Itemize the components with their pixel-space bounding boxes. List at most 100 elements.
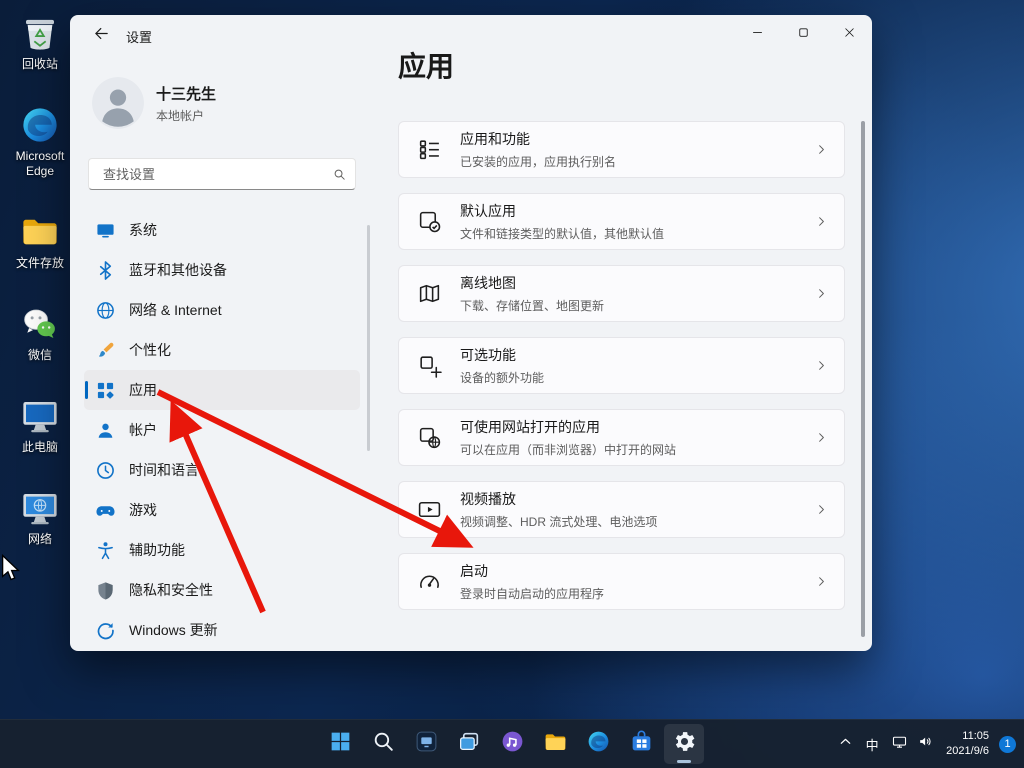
settings-card-video-playback[interactable]: 视频播放 视频调整、HDR 流式处理、电池选项	[398, 481, 845, 538]
desktop-icon-list: 回收站 Microsoft Edge 文件存放微信此电脑网络	[6, 12, 74, 547]
desktop-icon-folder[interactable]: 文件存放	[6, 211, 74, 271]
sidebar-item-time[interactable]: 时间和语言	[84, 450, 360, 490]
video-playback-icon	[417, 497, 442, 522]
desktop: 回收站 Microsoft Edge 文件存放微信此电脑网络 设置 十三先生 本地帐…	[0, 0, 1024, 768]
desktop-icon-label: 此电脑	[21, 440, 58, 454]
sidebar-item-label: 系统	[129, 222, 157, 238]
tray-chevron-up[interactable]	[832, 726, 858, 762]
back-button[interactable]	[84, 21, 118, 49]
tray-clock[interactable]: 11:05 2021/9/6	[938, 729, 997, 759]
search-box	[88, 158, 356, 190]
card-title: 默认应用	[460, 203, 516, 219]
task-view-icon	[457, 729, 482, 759]
sidebar-item-gaming[interactable]: 游戏	[84, 490, 360, 530]
settings-card-list: 应用和功能 已安装的应用，应用执行别名 默认应用 文件和链接类型的默认值，其他默认值离…	[398, 121, 845, 625]
desktop-icon-recycle-bin[interactable]: 回收站	[6, 12, 74, 72]
minimize-icon	[750, 25, 765, 43]
card-title: 视频播放	[460, 491, 516, 507]
settings-card-apps-features[interactable]: 应用和功能 已安装的应用，应用执行别名	[398, 121, 845, 178]
card-subtitle: 文件和链接类型的默认值，其他默认值	[460, 227, 665, 241]
file-explorer-button[interactable]	[535, 724, 575, 764]
tray-date: 2021/9/6	[946, 745, 989, 757]
taskbar-search-button[interactable]	[363, 724, 403, 764]
card-title: 启动	[460, 563, 488, 579]
mouse-cursor	[0, 553, 21, 582]
settings-button[interactable]	[664, 724, 704, 764]
settings-card-optional-features[interactable]: 可选功能 设备的额外功能	[398, 337, 845, 394]
sidebar-item-label: 隐私和安全性	[129, 582, 213, 598]
desktop-icon-wechat[interactable]: 微信	[6, 303, 74, 363]
sidebar-nav: 系统蓝牙和其他设备网络 & Internet 个性化应用帐户时间和语言游戏 辅助功能…	[84, 210, 360, 650]
sidebar-item-update[interactable]: Windows 更新	[84, 610, 360, 650]
desktop-icon-label: 回收站	[21, 57, 58, 71]
start-button[interactable]	[320, 724, 360, 764]
privacy-icon	[96, 581, 115, 600]
accessibility-icon	[96, 541, 115, 560]
card-title: 离线地图	[460, 275, 516, 291]
maximize-icon	[796, 25, 811, 43]
volume-tray-icon[interactable]	[912, 726, 938, 762]
minimize-button[interactable]	[734, 15, 780, 53]
close-button[interactable]	[826, 15, 872, 53]
apps-features-icon	[417, 137, 442, 162]
account-section[interactable]: 十三先生 本地帐户	[92, 77, 216, 129]
desktop-icon-edge[interactable]: Microsoft Edge	[6, 104, 74, 179]
settings-card-default-apps[interactable]: 默认应用文件和链接类型的默认值，其他默认值	[398, 193, 845, 250]
desktop-icon-label: 文件存放	[15, 256, 64, 270]
pinned-app-dark[interactable]	[406, 724, 446, 764]
sidebar-item-apps[interactable]: 应用	[84, 370, 360, 410]
personalization-icon	[96, 341, 115, 360]
card-subtitle: 可以在应用（而非浏览器）中打开的网站	[460, 443, 677, 457]
chevron-right-icon	[815, 503, 828, 516]
card-subtitle: 下载、存储位置、地图更新	[460, 299, 605, 313]
account-name: 十三先生	[156, 85, 217, 103]
optional-features-icon	[417, 353, 442, 378]
sidebar-item-bluetooth[interactable]: 蓝牙和其他设备	[84, 250, 360, 290]
sidebar-item-label: 应用	[129, 382, 157, 398]
sidebar-item-network[interactable]: 网络 & Internet	[84, 290, 360, 330]
edge-icon	[18, 104, 62, 146]
sidebar-item-accounts[interactable]: 帐户	[84, 410, 360, 450]
sidebar-item-personalization[interactable]: 个性化	[84, 330, 360, 370]
sidebar-scrollbar[interactable]	[367, 225, 370, 451]
speaker-icon	[917, 733, 934, 755]
sidebar-item-system[interactable]: 系统	[84, 210, 360, 250]
sidebar-item-label: 时间和语言	[129, 462, 199, 478]
sidebar-item-label: Windows 更新	[129, 622, 218, 638]
settings-card-apps-websites[interactable]: 可使用网站打开的应用 可以在应用（而非浏览器）中打开的网站	[398, 409, 845, 466]
desktop-icon-network-pc[interactable]: 网络	[6, 487, 74, 547]
search-input[interactable]	[101, 165, 332, 183]
person-icon	[92, 77, 144, 129]
sidebar-item-label: 网络 & Internet	[129, 302, 222, 318]
account-type: 本地帐户	[156, 108, 205, 123]
sidebar-item-accessibility[interactable]: 辅助功能	[84, 530, 360, 570]
sidebar-item-privacy[interactable]: 隐私和安全性	[84, 570, 360, 610]
network-pc-icon	[18, 487, 62, 529]
offline-maps-icon	[417, 281, 442, 306]
store-button[interactable]	[621, 724, 661, 764]
titlebar: 设置	[70, 15, 872, 55]
desktop-icon-label: Microsoft Edge	[15, 149, 65, 178]
notification-badge[interactable]: 1	[999, 735, 1016, 753]
sidebar-item-label: 个性化	[129, 342, 171, 358]
wechat-icon	[18, 303, 62, 345]
settings-card-startup[interactable]: 启动 登录时自动启动的应用程序	[398, 553, 845, 610]
time-icon	[96, 461, 115, 480]
task-view-button[interactable]	[449, 724, 489, 764]
desktop-icon-this-pc[interactable]: 此电脑	[6, 395, 74, 455]
pinned-app-purple[interactable]	[492, 724, 532, 764]
folder-icon	[18, 211, 62, 253]
ime-indicator[interactable]: 中	[858, 726, 886, 762]
desktop-icon-label: 微信	[27, 348, 52, 362]
file-explorer-icon	[543, 729, 568, 759]
desktop-icon-label: 网络	[27, 532, 52, 546]
maximize-button[interactable]	[780, 15, 826, 53]
network-tray-icon[interactable]	[886, 726, 912, 762]
main-scrollbar[interactable]	[861, 121, 865, 637]
network-icon	[96, 301, 115, 320]
tray-time: 11:05	[962, 730, 989, 743]
settings-card-offline-maps[interactable]: 离线地图下载、存储位置、地图更新	[398, 265, 845, 322]
edge-button[interactable]	[578, 724, 618, 764]
window-title: 设置	[126, 30, 153, 45]
settings-window: 设置 十三先生 本地帐户 系统蓝牙和其他设备网络 & Internet个性化应用…	[70, 15, 872, 651]
